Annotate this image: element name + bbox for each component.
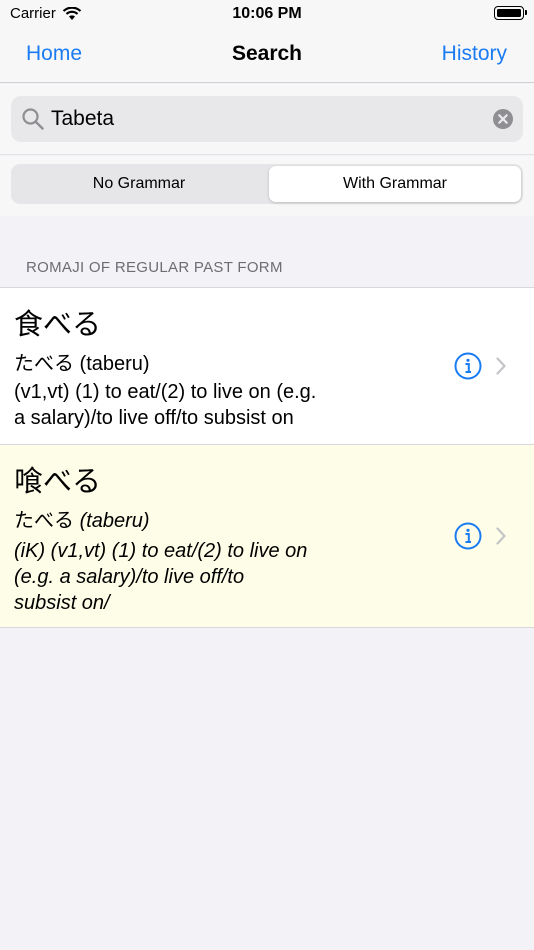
entry-gloss-line: (e.g. a salary)/to live off/to [14,566,245,588]
list-item[interactable]: 喰べる たべる (taberu) (iK) (v1,vt) (1) to eat… [0,445,534,628]
result-list: 食べる たべる (taberu) (v1,vt) (1) to eat/(2) … [0,287,534,628]
segment-with-grammar[interactable]: With Grammar [269,166,521,202]
search-text[interactable]: Tabeta [51,107,114,131]
search-bar: Tabeta [0,84,534,155]
info-icon[interactable] [454,352,482,380]
entry-gloss-line: subsist on/ [14,592,110,614]
clock: 10:06 PM [232,5,302,22]
list-item[interactable]: 食べる たべる (taberu) (v1,vt) (1) to eat/(2) … [0,288,534,445]
grammar-segmented-control: No Grammar With Grammar [11,164,523,204]
chevron-right-icon [496,357,506,375]
chevron-right-icon [496,527,506,545]
clear-icon[interactable] [492,108,514,130]
entry-kanji: 喰べる [14,464,102,498]
grammar-mode-bar: No Grammar With Grammar [0,156,534,216]
entry-reading-kana: たべる [14,510,74,532]
info-icon[interactable] [454,522,482,550]
status-bar: Carrier 10:06 PM [0,0,534,28]
entry-kanji: 食べる [14,307,102,341]
search-input[interactable]: Tabeta [11,96,523,142]
search-icon [22,108,44,130]
entry-gloss-line: (v1,vt) (1) to eat/(2) to live on (e.g. [14,381,317,403]
segment-no-grammar[interactable]: No Grammar [13,166,265,202]
section-header: ROMAJI OF REGULAR PAST FORM [26,259,283,276]
screen: Carrier 10:06 PM Home Search History Tab… [0,0,534,950]
battery-icon [494,6,527,20]
entry-gloss-line: (iK) (v1,vt) (1) to eat/(2) to live on [14,540,308,562]
entry-reading-romaji: (taberu) [79,510,150,532]
entry-gloss-line: a salary)/to live off/to subsist on [14,407,294,429]
history-button[interactable]: History [442,42,507,66]
entry-reading: たべる (taberu) [14,353,150,375]
navigation-bar: Home Search History [0,28,534,83]
entry-reading: たべる (taberu) [14,504,150,533]
